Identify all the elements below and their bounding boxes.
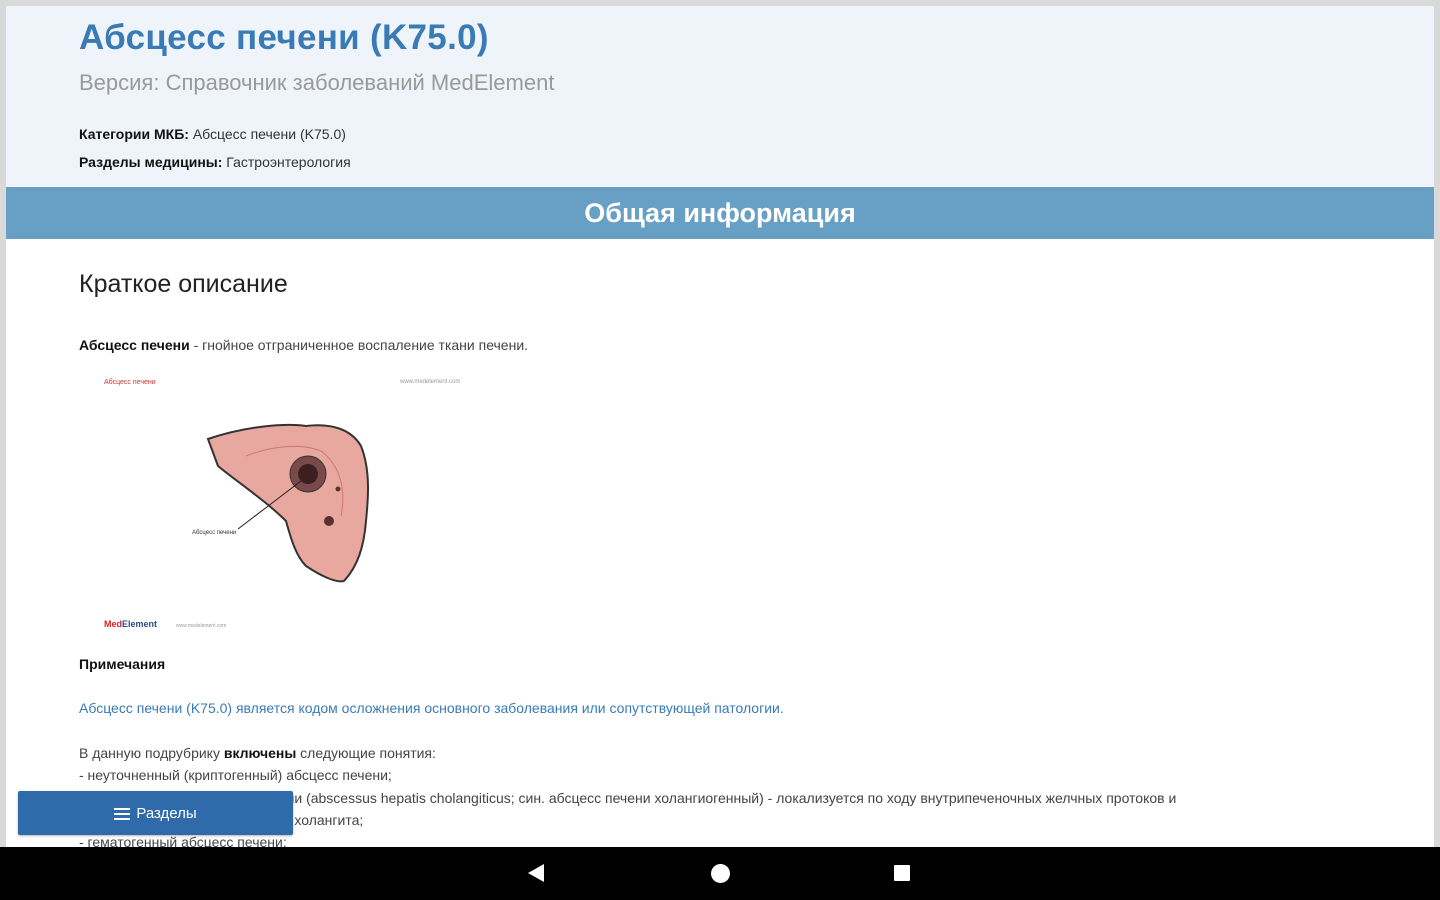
medicine-sections-value: Гастроэнтерология [226,154,351,170]
liver-drawing: Абсцесс печени [192,423,370,583]
page-frame: Абсцесс печени (K75.0) Версия: Справочни… [6,6,1434,847]
icd-category-label: Категории МКБ: [79,126,189,142]
medicine-sections-label: Разделы медицины: [79,154,223,170]
icd-category-value: Абсцесс печени (K75.0) [192,126,346,142]
definition-term: Абсцесс печени [79,337,190,353]
notes-heading: Примечания [79,656,166,672]
general-info-band: Общая информация [6,187,1434,239]
recent-square-icon[interactable] [894,865,910,881]
notes-link[interactable]: Абсцесс печени (K75.0) является кодом ос… [79,700,784,716]
definition-text: - гнойное отграниченное воспаление ткани… [189,337,529,353]
definition-paragraph: Абсцесс печени - гнойное отграниченное в… [79,337,528,353]
brief-description-heading: Краткое описание [79,270,288,298]
page-subtitle: Версия: Справочник заболеваний MedElemen… [79,70,555,95]
page-header: Абсцесс печени (K75.0) Версия: Справочни… [6,6,1434,186]
liver-abscess-illustration: Абсцесс печени www.medelement.com Абсцес… [96,371,460,641]
list-item: - неуточненный (криптогенный) абсцесс пе… [79,767,392,783]
medelement-logo: MedElement [104,619,158,629]
page-title: Абсцесс печени (K75.0) [79,18,489,57]
figure-label-pointer: Абсцесс печени [192,530,236,536]
general-info-title: Общая информация [584,197,856,228]
icd-category: Категории МКБ: Абсцесс печени (K75.0) [79,126,346,142]
medicine-sections: Разделы медицины: Гастроэнтерология [79,154,351,170]
menu-icon [114,807,131,820]
list-item: - гематогенный абсцесс печени; [79,834,287,847]
back-triangle-icon[interactable] [528,864,544,882]
included-concepts: В данную подрубрику включены следующие п… [79,745,436,761]
sections-button-label: Разделы [136,804,197,822]
android-navigation-bar [0,847,1440,900]
home-circle-icon[interactable] [711,864,730,883]
figure-logo-sub: www.medelement.com [176,623,227,629]
sections-button[interactable]: Разделы [18,791,293,835]
